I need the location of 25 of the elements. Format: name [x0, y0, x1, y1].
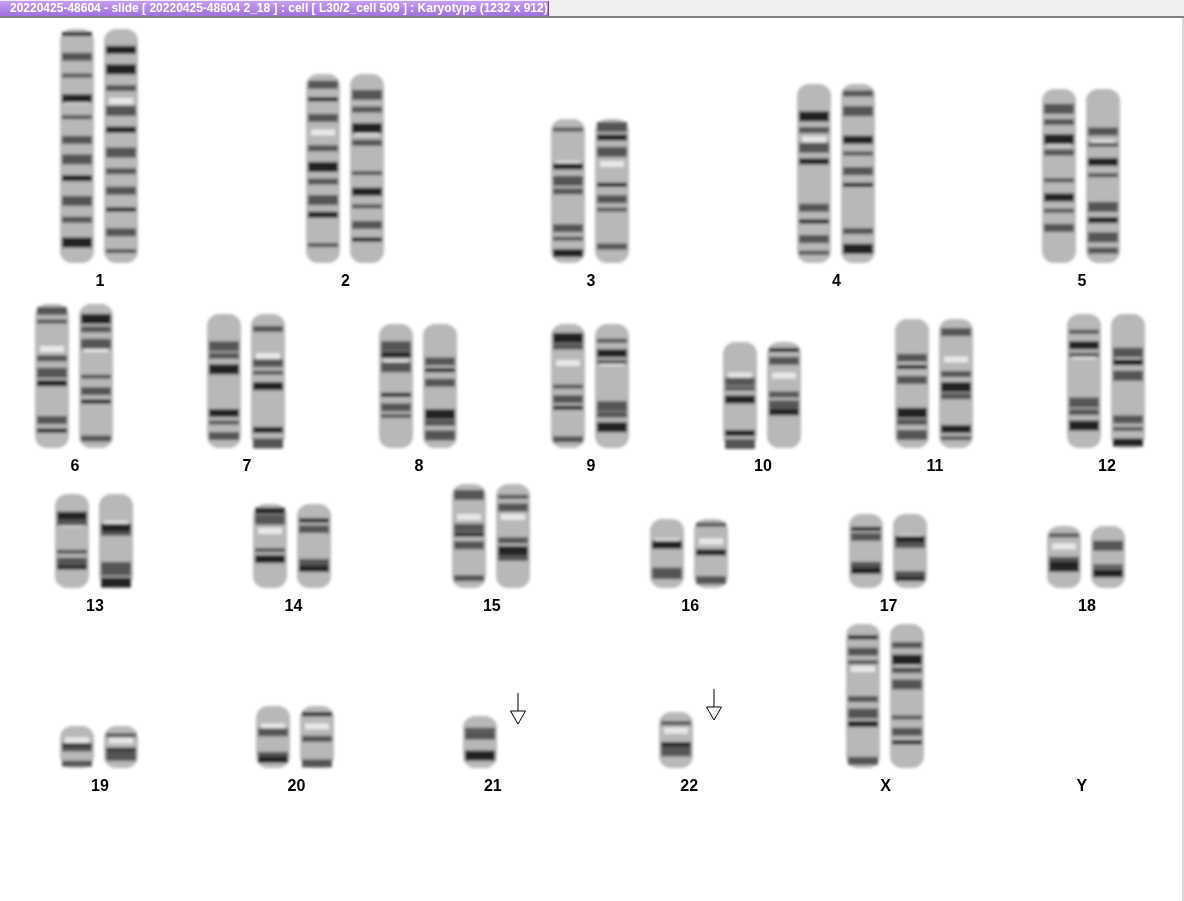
window-title-tab[interactable]: 20220425-48604 - slide [ 20220425-48604 2_18 ] : cell [ L30/2_cell 509 ] : Karyotype (1232 x 912) — [0, 1, 549, 16]
chromosome-label: 3 — [586, 272, 596, 290]
chromosome-label: 18 — [1078, 597, 1096, 615]
chromosome-label: 16 — [681, 597, 700, 615]
chromosome-label: 15 — [482, 597, 501, 615]
chromosome-label: 5 — [1077, 272, 1087, 290]
chromosome-label: 4 — [832, 272, 841, 290]
chromosome-label: 20 — [287, 777, 306, 795]
chromosome-label: 17 — [879, 597, 898, 615]
chromosome-label: X — [880, 777, 891, 795]
chromosome-label: 13 — [86, 597, 104, 615]
chromosome-label: 2 — [341, 272, 350, 290]
chromosome-label: 11 — [926, 457, 944, 475]
chromosome-label: 6 — [70, 457, 80, 475]
chromosome-label: 8 — [414, 457, 424, 475]
chromosome-label: 1 — [95, 272, 105, 290]
chromosome-label: 19 — [91, 777, 109, 795]
chromosome-label: 9 — [586, 457, 596, 475]
chromosome-label: 14 — [284, 597, 303, 615]
chromosome-label: Y — [1076, 777, 1088, 795]
chromosome-label: 22 — [680, 777, 699, 795]
chromosome-label: 12 — [1098, 457, 1116, 475]
chromosome-label: 21 — [483, 777, 502, 795]
chromosome-label: 7 — [242, 457, 252, 475]
chromosome-label: 10 — [754, 457, 772, 475]
